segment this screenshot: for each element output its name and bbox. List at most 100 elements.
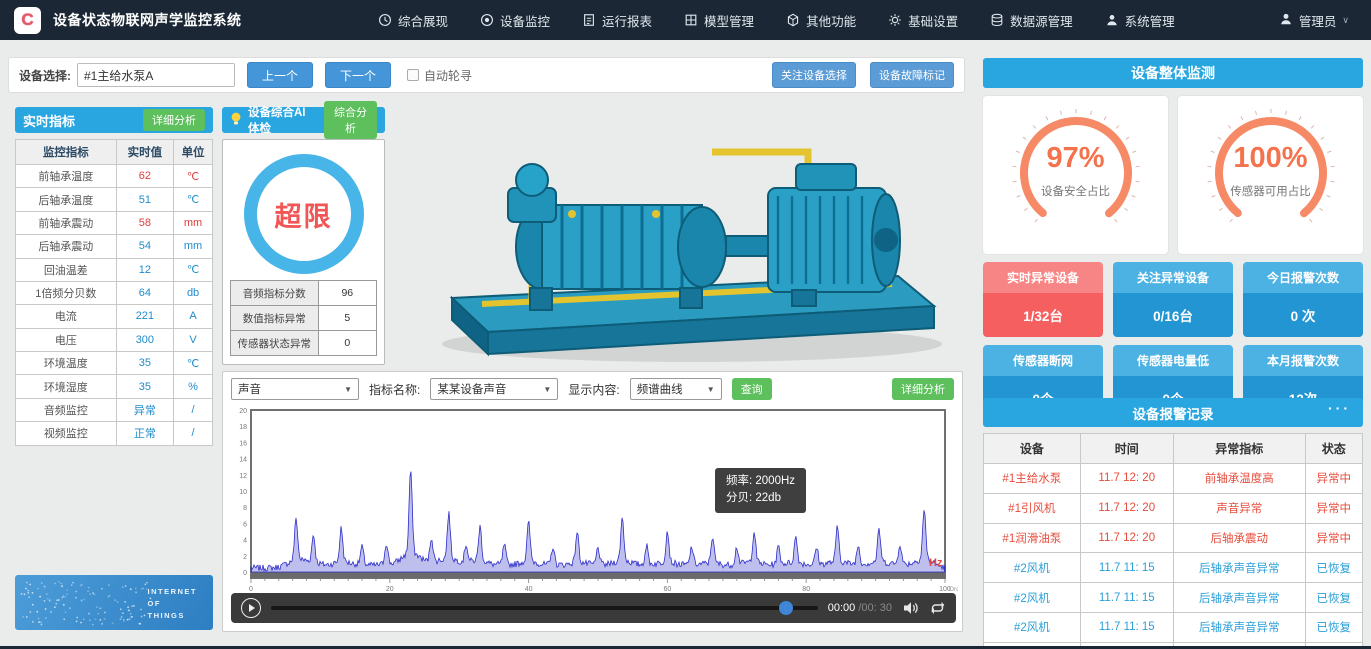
status-card: 实时异常设备1/32台 — [983, 262, 1103, 337]
metric-select[interactable]: 某某设备声音▼ — [430, 378, 558, 400]
nav-item-model[interactable]: 模型管理 — [684, 11, 754, 30]
chevron-down-icon: ▼ — [543, 385, 551, 394]
ai-health-card: 超限 音频指标分数96数值指标异常5传感器状态异常0 — [222, 139, 385, 365]
spectrum-panel: 声音▼ 指标名称: 某某设备声音▼ 显示内容: 频谱曲线▼ 查询 详细分析 20… — [222, 371, 963, 632]
nav-item-monitor[interactable]: 设备监控 — [480, 11, 550, 30]
sound-select[interactable]: 声音▼ — [231, 378, 359, 400]
more-button[interactable]: ··· — [1328, 400, 1351, 416]
alarm-status: 异常中 — [1305, 523, 1362, 553]
metric-value: 51 — [116, 188, 174, 211]
gauge-value: 100% — [1178, 142, 1363, 175]
status-card-title: 传感器电量低 — [1113, 345, 1233, 376]
datasource-icon — [990, 13, 1004, 27]
nav-item-system[interactable]: 系统管理 — [1105, 11, 1175, 30]
status-card-title: 关注异常设备 — [1113, 262, 1233, 293]
focus-device-button[interactable]: 关注设备选择 — [772, 62, 856, 88]
metric-unit: % — [174, 375, 213, 398]
chevron-down-icon: ▼ — [344, 385, 352, 394]
spectrum-chart: 20181614121086420020406080100OrdersHz 频率… — [227, 406, 958, 592]
spectrum-detail-button[interactable]: 详细分析 — [892, 378, 954, 400]
user-menu[interactable]: 管理员 ∨ — [1279, 11, 1349, 30]
ai-metric-row: 传感器状态异常0 — [231, 331, 377, 356]
alarm-metric: 后轴承震动 — [1173, 523, 1305, 553]
alarm-records-header: 设备报警记录 ··· — [983, 398, 1363, 427]
query-button[interactable]: 查询 — [732, 378, 772, 400]
alarm-metric: 前轴承温度高 — [1173, 464, 1305, 494]
table-row: 回油温差12℃ — [16, 258, 213, 281]
nav-item-report[interactable]: 运行报表 — [582, 11, 652, 30]
table-row: 音频监控异常/ — [16, 398, 213, 421]
device-select-input[interactable] — [77, 63, 235, 87]
metric-unit: / — [174, 422, 213, 445]
iot-text: INTERNET OF THINGS — [148, 586, 198, 622]
metric-name: 视频监控 — [16, 422, 117, 445]
alarm-device: #2风机 — [984, 583, 1081, 613]
alarm-row[interactable]: #2风机11.7 11: 15后轴承声音异常已恢复 — [984, 553, 1363, 583]
metric-unit: / — [174, 398, 213, 421]
ai-analyze-button[interactable]: 综合分析 — [324, 101, 377, 139]
ai-metric-value: 96 — [318, 281, 376, 306]
svg-text:16: 16 — [239, 440, 247, 447]
app-root: C 设备状态物联网声学监控系统 综合展现设备监控运行报表模型管理其他功能基础设置… — [0, 0, 1371, 649]
loop-icon — [929, 601, 946, 615]
nav-item-settings[interactable]: 基础设置 — [888, 11, 958, 30]
alarm-time: 11.7 11: 15 — [1080, 583, 1173, 613]
health-status: 超限 — [275, 195, 333, 234]
alarm-row[interactable]: #1引风机11.7 12: 20声音异常异常中 — [984, 493, 1363, 523]
metric-value: 35 — [116, 352, 174, 375]
other-icon — [786, 13, 800, 27]
top-navbar: C 设备状态物联网声学监控系统 综合展现设备监控运行报表模型管理其他功能基础设置… — [0, 0, 1371, 40]
seek-handle[interactable] — [779, 601, 793, 615]
column-header: 设备 — [984, 434, 1081, 464]
realtime-detail-button[interactable]: 详细分析 — [143, 109, 205, 131]
chart-tooltip: 频率: 2000Hz 分贝: 22db — [715, 468, 806, 513]
prev-device-button[interactable]: 上一个 — [247, 62, 313, 88]
auto-cycle-checkbox[interactable] — [407, 69, 419, 81]
alarm-row[interactable]: #1润滑油泵11.7 12: 20后轴承震动异常中 — [984, 523, 1363, 553]
alarm-time: 11.7 12: 20 — [1080, 493, 1173, 523]
table-row: 1倍频分贝数64db — [16, 281, 213, 304]
table-row: 电压300V — [16, 328, 213, 351]
column-header: 状态 — [1305, 434, 1362, 464]
device-select-label: 设备选择: — [19, 67, 71, 84]
nav-item-label: 设备监控 — [500, 11, 550, 30]
svg-text:0: 0 — [243, 570, 247, 577]
ai-metric-value: 5 — [318, 306, 376, 331]
seek-bar[interactable] — [271, 606, 818, 610]
alarm-row[interactable]: #1主给水泵11.7 12: 20前轴承温度高异常中 — [984, 464, 1363, 494]
column-header: 监控指标 — [16, 140, 117, 165]
display-select[interactable]: 频谱曲线▼ — [630, 378, 722, 400]
svg-text:20: 20 — [239, 408, 247, 415]
gauge-card: 97%设备安全占比 — [983, 96, 1168, 254]
svg-text:20: 20 — [386, 586, 394, 592]
nav-item-overview[interactable]: 综合展现 — [378, 11, 448, 30]
nav-item-label: 其他功能 — [806, 11, 856, 30]
metric-value: 54 — [116, 235, 174, 258]
loop-button[interactable] — [929, 601, 946, 615]
next-device-button[interactable]: 下一个 — [325, 62, 391, 88]
metric-name: 电流 — [16, 305, 117, 328]
alarm-device: #2风机 — [984, 612, 1081, 642]
metric-value: 62 — [116, 165, 174, 188]
alarm-status: 异常中 — [1305, 464, 1362, 494]
svg-text:18: 18 — [239, 424, 247, 431]
column-header: 单位 — [174, 140, 213, 165]
alarm-row[interactable]: #2风机11.7 11: 15后轴承声音异常已恢复 — [984, 612, 1363, 642]
alarm-status: 异常中 — [1305, 493, 1362, 523]
svg-text:80: 80 — [802, 586, 810, 592]
metric-value: 35 — [116, 375, 174, 398]
nav-item-other[interactable]: 其他功能 — [786, 11, 856, 30]
system-icon — [1105, 13, 1119, 27]
realtime-title: 实时指标 — [23, 111, 75, 130]
alarm-status: 已恢复 — [1305, 612, 1362, 642]
nav-item-datasource[interactable]: 数据源管理 — [990, 11, 1073, 30]
play-button[interactable] — [241, 598, 261, 618]
volume-button[interactable] — [902, 600, 919, 616]
hz-axis-label: Hz — [929, 557, 943, 569]
fault-mark-button[interactable]: 设备故障标记 — [870, 62, 954, 88]
nav-item-label: 基础设置 — [908, 11, 958, 30]
metric-value: 异常 — [116, 398, 174, 421]
metric-unit: db — [174, 281, 213, 304]
alarm-row[interactable]: #2风机11.7 11: 15后轴承声音异常已恢复 — [984, 583, 1363, 613]
user-icon — [1279, 12, 1293, 29]
